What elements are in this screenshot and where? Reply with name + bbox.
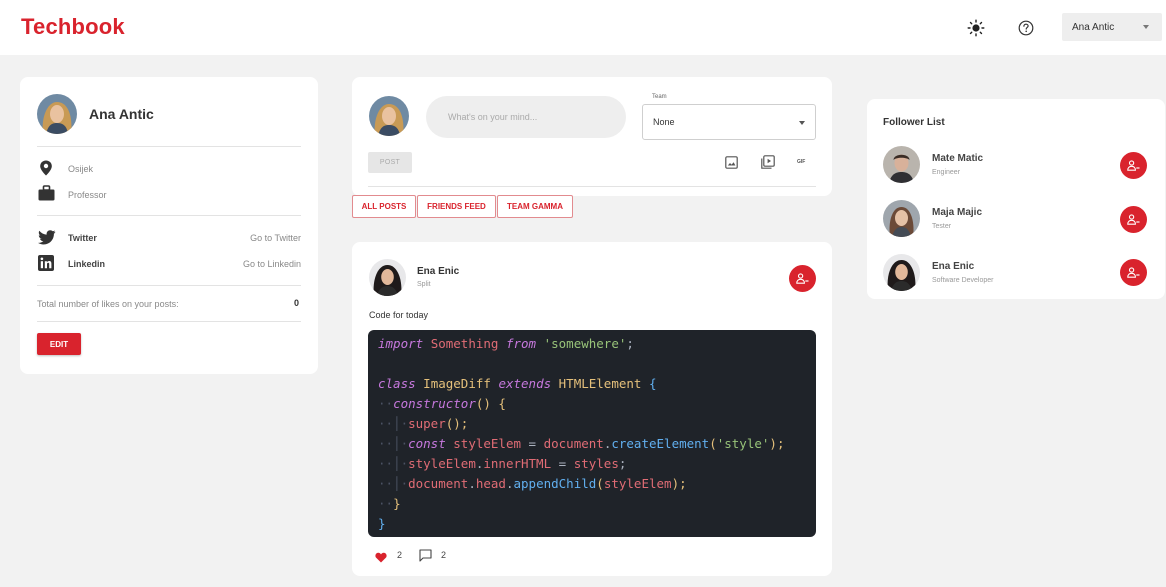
remove-follower-button[interactable] [1120,259,1147,286]
top-bar: Techbook Ana Antic [0,0,1166,55]
sun-icon[interactable] [966,18,986,38]
divider [37,285,301,286]
code-line: ··│·document.head.appendChild(styleElem)… [378,476,687,491]
follower-avatar[interactable] [883,146,920,183]
code-line: } [378,516,386,531]
follower-role: Software Developer [932,277,994,284]
divider [37,321,301,322]
social-label-twitter: Twitter [68,233,97,243]
follower-name[interactable]: Maja Majic [932,207,982,218]
code-line: ··constructor() { [378,396,506,411]
code-line: ··} [378,496,401,511]
post-button[interactable]: POST [368,152,412,173]
video-icon[interactable] [761,155,775,169]
comment-count: 2 [441,550,447,560]
team-label: Team [652,94,667,100]
team-select[interactable]: None [642,104,816,140]
profile-name: Ana Antic [89,106,154,122]
comment-icon[interactable] [419,549,432,562]
tab-team-gamma[interactable]: TEAM GAMMA [497,195,573,218]
heart-icon[interactable] [375,550,388,563]
code-line: ··│·const styleElem = document.createEle… [378,436,785,451]
post-text: Code for today [369,310,429,320]
follower-name[interactable]: Ena Enic [932,261,974,272]
remove-user-icon [1127,214,1140,225]
image-icon[interactable] [725,156,739,170]
follower-avatar[interactable] [883,254,920,291]
tab-all-posts[interactable]: ALL POSTS [352,195,416,218]
post-author-avatar[interactable] [369,259,406,296]
code-line: ··│·styleElem.innerHTML = styles; [378,456,627,471]
profile-occupation: Professor [68,190,107,200]
go-to-twitter-link[interactable]: Go to Twitter [221,233,301,243]
remove-follower-button[interactable] [1120,206,1147,233]
social-label-linkedin: Linkedin [68,259,106,269]
brand-logo[interactable]: Techbook [21,14,125,40]
likes-label: Total number of likes on your posts: [37,299,179,309]
profile-location: Osijek [68,164,94,174]
follower-avatar[interactable] [883,200,920,237]
help-icon[interactable] [1016,18,1036,38]
go-to-linkedin-link[interactable]: Go to Linkedin [221,259,301,269]
like-count: 2 [397,550,403,560]
divider [37,215,301,216]
code-line: ··│·super(); [378,416,469,431]
post-author-location: Split [417,281,431,288]
remove-follower-button[interactable] [1120,152,1147,179]
profile-avatar[interactable] [37,94,77,134]
twitter-icon [38,230,56,246]
location-pin-icon [39,160,55,176]
briefcase-icon [38,185,55,201]
divider [37,146,301,147]
post-input[interactable]: What's on your mind... [426,96,626,138]
follower-list-title: Follower List [883,117,945,128]
linkedin-icon [38,255,54,271]
follower-name[interactable]: Mate Matic [932,153,983,164]
divider [368,186,816,187]
likes-value: 0 [294,298,300,308]
post-input-placeholder: What's on your mind... [448,112,538,122]
code-snippet: import Something from 'somewhere'; class… [368,330,816,537]
composer-avatar [369,96,409,136]
chevron-down-icon [799,121,805,125]
post-author-name[interactable]: Ena Enic [417,266,459,277]
user-menu-select[interactable]: Ana Antic [1062,13,1162,41]
remove-user-icon [796,273,809,284]
edit-profile-button[interactable]: EDIT [37,333,81,355]
tab-friends-feed[interactable]: FRIENDS FEED [417,195,496,218]
code-line: class ImageDiff extends HTMLElement { [378,376,657,391]
remove-user-icon [1127,160,1140,171]
follower-role: Tester [932,223,952,230]
team-select-value: None [653,117,675,127]
remove-user-icon [1127,267,1140,278]
remove-follower-button[interactable] [789,265,816,292]
gif-button[interactable]: GIF [797,159,805,165]
chevron-down-icon [1143,25,1149,29]
user-menu-label: Ana Antic [1072,21,1115,33]
code-line: import Something from 'somewhere'; [378,336,634,351]
follower-role: Engineer [932,169,961,176]
